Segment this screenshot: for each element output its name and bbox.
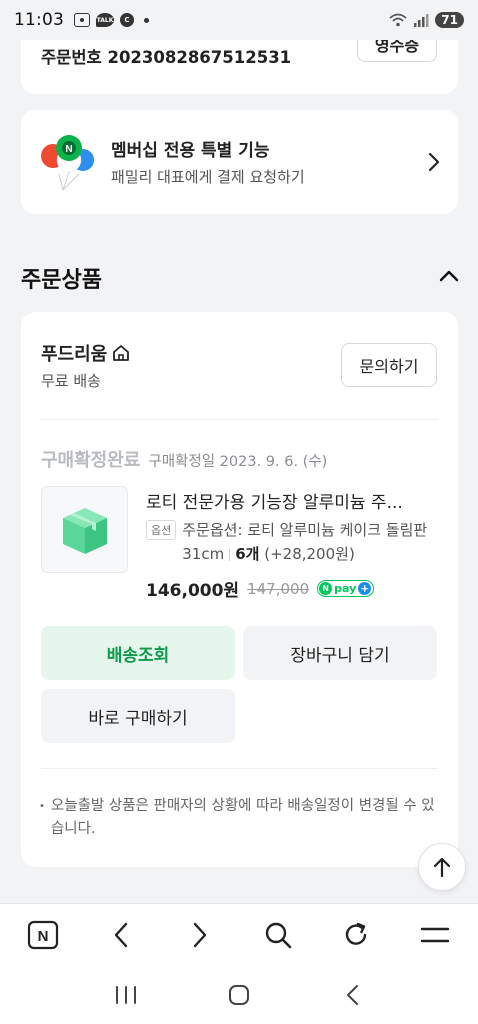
menu-icon	[420, 927, 449, 942]
membership-card[interactable]: N 멤버십 전용 특별 기능 패밀리 대표에게 결제 요청하기	[21, 110, 458, 214]
divider	[41, 768, 438, 769]
order-number: 주문번호 2023082867512531	[41, 48, 292, 67]
product-price: 146,000원	[146, 581, 240, 601]
search-icon	[265, 922, 292, 948]
seller-name-text: 푸드리움	[41, 344, 108, 365]
membership-subtitle: 패밀리 대표에게 결제 요청하기	[111, 168, 305, 186]
wifi-icon	[389, 13, 407, 27]
membership-title: 멤버십 전용 특별 기능	[111, 141, 270, 161]
arrow-up-icon	[433, 857, 451, 878]
npay-text: pay	[334, 582, 357, 595]
divider	[41, 419, 438, 420]
home-circle-icon	[228, 984, 249, 1005]
chevron-right-icon	[193, 922, 207, 947]
plus-icon: +	[358, 582, 372, 595]
screenshot-icon	[74, 13, 90, 27]
naver-label: N	[38, 928, 49, 945]
recent-apps-button[interactable]	[102, 973, 150, 1017]
chevron-right-icon	[428, 152, 440, 172]
buy-now-button[interactable]: 바로 구매하기	[41, 689, 235, 743]
recent-apps-icon	[116, 985, 137, 1004]
back-arrow-icon	[346, 984, 358, 1005]
product-name[interactable]: 로티 전문가용 기능장 알루미늄 주...	[146, 488, 438, 513]
npay-plus-badge: N pay +	[317, 580, 375, 597]
add-to-cart-button[interactable]: 장바구니 담기	[243, 626, 437, 680]
forward-button[interactable]	[176, 911, 224, 959]
naver-n-icon: N	[28, 920, 59, 949]
chevron-left-icon	[115, 922, 128, 947]
battery-icon: 71	[435, 12, 464, 28]
price-row: 146,000원 147,000 N pay +	[146, 576, 375, 601]
system-icons: 71	[389, 12, 464, 28]
section-title: 주문상품	[21, 268, 102, 293]
balloons-icon: N	[41, 135, 94, 191]
system-back-button[interactable]	[328, 973, 376, 1017]
notice-bullet: •	[39, 801, 45, 812]
extra-price: (+28,200원)	[264, 545, 355, 563]
scroll-to-top-button[interactable]	[418, 843, 466, 891]
search-button[interactable]	[254, 911, 302, 959]
balloon-label: N	[65, 144, 72, 155]
status-bar: 11:03 TALK C 71	[0, 0, 478, 40]
back-button[interactable]	[97, 911, 145, 959]
purchase-status: 구매확정완료	[41, 450, 141, 471]
status-time: 11:03	[14, 10, 64, 30]
shipping-fee: 무료 배송	[41, 372, 101, 390]
refresh-button[interactable]	[332, 911, 380, 959]
option-detail: 주문옵션: 로티 알루미늄 케이크 돌림판 31cm 6개 (+28,200원)	[182, 518, 438, 566]
track-delivery-button[interactable]: 배송조회	[41, 626, 235, 680]
android-navigation-bar	[0, 965, 478, 1024]
browser-toolbar: N	[0, 903, 478, 965]
order-products-card: 푸드리움 무료 배송 문의하기 구매확정완료 구매확정일 2023. 9. 6.…	[21, 312, 458, 867]
seller-name[interactable]: 푸드리움	[41, 340, 131, 366]
shipping-notice: • 오늘출발 상품은 판매자의 상황에 따라 배송일정이 변경될 수 있습니다.	[39, 795, 439, 841]
original-price: 147,000	[247, 579, 310, 598]
naver-home-button[interactable]: N	[19, 911, 67, 959]
chevron-up-icon[interactable]	[439, 270, 459, 282]
product-option: 옵션 주문옵션: 로티 알루미늄 케이크 돌림판 31cm 6개 (+28,200…	[146, 518, 438, 566]
purchase-status-line: 구매확정완료 구매확정일 2023. 9. 6. (수)	[41, 446, 327, 472]
option-tag: 옵션	[146, 520, 177, 540]
dot-icon	[144, 17, 149, 23]
product-image[interactable]	[41, 486, 128, 573]
inquiry-button[interactable]: 문의하기	[341, 343, 437, 387]
confirm-date: 구매확정일 2023. 9. 6. (수)	[148, 454, 328, 470]
quantity: 6개	[235, 545, 260, 563]
npay-n-icon: N	[319, 582, 333, 595]
home-button[interactable]	[215, 973, 263, 1017]
package-icon	[62, 507, 107, 554]
kakaotalk-icon: TALK	[96, 13, 114, 27]
c-icon: C	[120, 13, 134, 27]
notice-text: 오늘출발 상품은 판매자의 상황에 따라 배송일정이 변경될 수 있습니다.	[50, 798, 435, 837]
signal-icon	[414, 14, 429, 27]
refresh-icon	[346, 922, 367, 945]
option-separator	[229, 548, 231, 561]
home-icon	[113, 345, 130, 361]
notification-icons: TALK C	[74, 13, 149, 27]
menu-button[interactable]	[411, 911, 459, 959]
